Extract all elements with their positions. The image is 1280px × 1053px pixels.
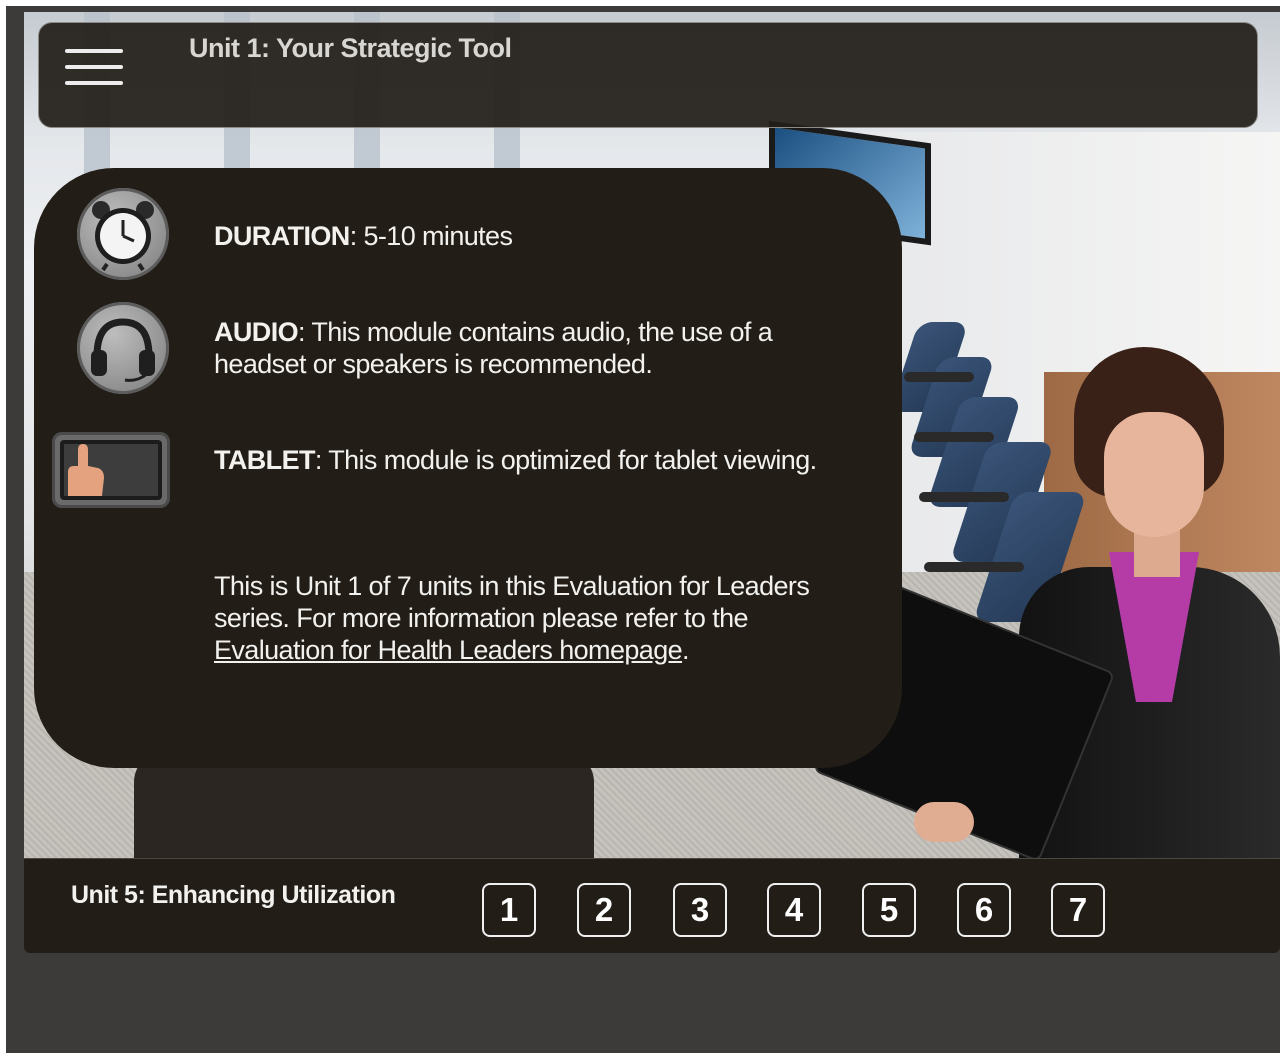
tablet-touch-icon	[52, 432, 170, 508]
unit-4-button[interactable]: 4	[767, 883, 821, 937]
duration-label: DURATION	[214, 221, 350, 251]
page-title: Unit 1: Your Strategic Tool	[189, 33, 512, 63]
tablet-text: TABLET: This module is optimized for tab…	[214, 444, 854, 476]
unit-5-button[interactable]: 5	[862, 883, 916, 937]
series-description: This is Unit 1 of 7 units in this Evalua…	[214, 571, 810, 633]
audio-value: : This module contains audio, the use of…	[214, 317, 773, 379]
unit-7-button[interactable]: 7	[1051, 883, 1105, 937]
hamburger-menu-icon[interactable]	[65, 47, 123, 87]
audio-label: AUDIO	[214, 317, 299, 347]
series-text: This is Unit 1 of 7 units in this Evalua…	[214, 571, 810, 665]
tablet-label: TABLET	[214, 445, 315, 475]
headphones-icon	[77, 302, 169, 394]
homepage-link[interactable]: Evaluation for Health Leaders homepage	[214, 635, 683, 665]
unit-1-button[interactable]: 1	[482, 883, 536, 937]
tablet-value: : This module is optimized for tablet vi…	[314, 445, 817, 475]
unit-3-button[interactable]: 3	[673, 883, 727, 937]
alarm-clock-icon	[77, 188, 169, 280]
header-bar: Unit 1: Your Strategic Tool	[38, 22, 1258, 128]
unit-2-button[interactable]: 2	[577, 883, 631, 937]
current-unit-title: Unit 5: Enhancing Utilization	[71, 881, 396, 909]
unit-6-button[interactable]: 6	[957, 883, 1011, 937]
duration-text: DURATION: 5-10 minutes	[214, 220, 854, 252]
footer-nav: Unit 5: Enhancing Utilization 1 2 3 4 5 …	[24, 858, 1280, 953]
duration-value: : 5-10 minutes	[349, 221, 513, 251]
audio-text: AUDIO: This module contains audio, the u…	[214, 316, 854, 380]
info-panel: DURATION: 5-10 minutes AUDIO: This modul…	[34, 168, 902, 768]
